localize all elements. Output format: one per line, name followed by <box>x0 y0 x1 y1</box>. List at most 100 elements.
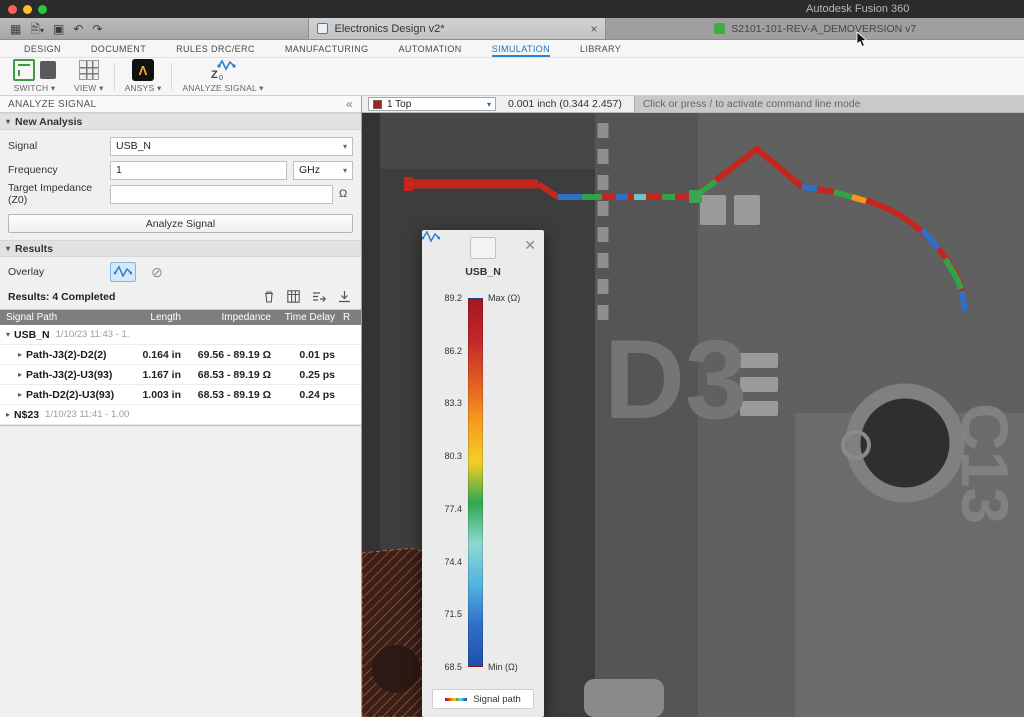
view-tool-group[interactable]: VIEW ▾ <box>65 58 113 95</box>
expand-icon[interactable]: ▸ <box>18 390 22 399</box>
ansys-label: ANSYS ▾ <box>125 83 162 94</box>
scale-value: 80.3 <box>430 451 462 461</box>
min-ohm-label: Min (Ω) <box>488 662 518 672</box>
col-signal-path[interactable]: Signal Path <box>0 312 129 323</box>
signal-select[interactable]: USB_N ▾ <box>110 137 353 156</box>
path-impedance: 69.56 - 89.19 Ω <box>181 349 273 361</box>
analyze-signal-tool-group[interactable]: Z 0 ANALYZE SIGNAL ▾ <box>173 58 272 95</box>
overlay-off-button[interactable]: ⊘ <box>144 262 170 282</box>
frequency-input[interactable]: 1 <box>110 161 287 180</box>
col-time-delay[interactable]: Time Delay <box>273 312 335 323</box>
undo-icon[interactable]: ↶ <box>73 23 83 35</box>
signal-overlay-icon <box>422 230 440 244</box>
signal-label: Signal <box>8 140 110 152</box>
ribbon-tab-automation[interactable]: AUTOMATION <box>399 40 462 57</box>
section-label: New Analysis <box>15 116 82 128</box>
app-grid-icon[interactable]: ▦ <box>10 23 21 35</box>
ribbon-tab-document[interactable]: DOCUMENT <box>91 40 146 57</box>
pcb-viewport[interactable]: D3 C13 <box>362 113 1024 717</box>
results-count-row: Results: 4 Completed <box>0 286 361 307</box>
zoom-window-button[interactable] <box>38 5 47 14</box>
section-expand-icon: ▾ <box>6 244 10 253</box>
command-line-placeholder: Click or press / to activate command lin… <box>643 98 861 110</box>
path-time-delay: 0.25 ps <box>273 369 335 381</box>
frequency-unit-select[interactable]: GHz ▾ <box>293 161 353 180</box>
expand-icon[interactable]: ▸ <box>6 410 10 419</box>
toolbar-separator <box>114 63 115 90</box>
impedance-legend-panel[interactable]: ✕ USB_N 89.2 86.2 83.3 80.3 77.4 74.4 71… <box>422 230 544 717</box>
table-row-group-usbn[interactable]: ▾ USB_N 1/10/23 11:43 - 1.00GHz <box>0 325 361 345</box>
close-legend-icon[interactable]: ✕ <box>524 238 536 252</box>
overlay-label: Overlay <box>8 266 110 278</box>
overlay-on-button[interactable] <box>110 262 136 282</box>
path-time-delay: 0.01 ps <box>273 349 335 361</box>
analyze-signal-button[interactable]: Analyze Signal <box>8 214 353 233</box>
legend-signal-name: USB_N <box>422 266 544 278</box>
new-analysis-section-header[interactable]: ▾ New Analysis <box>0 113 361 130</box>
table-row-path[interactable]: ▸ Path-J3(2)-U3(93) 1.167 in 68.53 - 89.… <box>0 365 361 385</box>
analyze-signal-z0-icon: Z 0 <box>209 59 237 81</box>
ribbon-tab-design[interactable]: DESIGN <box>24 40 61 57</box>
new-analysis-form: Signal USB_N ▾ Frequency 1 GHz ▾ Target … <box>0 130 361 210</box>
close-window-button[interactable] <box>8 5 17 14</box>
col-r[interactable]: R <box>335 312 361 323</box>
panel-title: ANALYZE SIGNAL <box>8 99 97 110</box>
ribbon-tab-simulation[interactable]: SIMULATION <box>492 40 550 57</box>
path-length: 1.003 in <box>129 389 181 401</box>
tab-electronics-design[interactable]: Electronics Design v2* × <box>308 18 606 39</box>
impedance-scale: 89.2 86.2 83.3 80.3 77.4 74.4 71.5 68.5 … <box>430 292 536 673</box>
cursor-coordinates: 0.001 inch (0.344 2.457) <box>496 96 634 112</box>
expand-icon[interactable]: ▸ <box>18 370 22 379</box>
simulation-toolbar: SWITCH ▾ VIEW ▾ Λ ANSYS ▾ Z 0 ANALYZE SI… <box>0 58 1024 96</box>
analyze-signal-label: ANALYZE SIGNAL ▾ <box>182 83 263 94</box>
view-grid-icon <box>79 60 99 80</box>
delete-results-icon[interactable] <box>263 290 275 303</box>
signal-path-legend: Signal path <box>432 689 534 709</box>
table-row-group-n23[interactable]: ▸ N$23 1/10/23 11:41 - 1.00GHz <box>0 405 361 425</box>
col-length[interactable]: Length <box>129 312 181 323</box>
overlay-row: Overlay ⊘ <box>0 257 361 286</box>
ribbon-tab-manufacturing[interactable]: MANUFACTURING <box>285 40 369 57</box>
collapse-panel-icon[interactable]: « <box>346 97 353 111</box>
file-menu-icon[interactable]: 🗎▾ <box>30 23 44 35</box>
download-results-icon[interactable] <box>338 290 351 303</box>
ansys-logo-icon: Λ <box>132 59 154 81</box>
signal-path-line <box>445 698 467 701</box>
col-impedance[interactable]: Impedance <box>181 312 273 323</box>
tab-demoversion[interactable]: S2101-101-REV-A_DEMOVERSION v7 <box>606 18 1024 39</box>
signal-overlay-toggle-button[interactable] <box>470 237 496 259</box>
scale-value: 89.2 <box>430 293 462 303</box>
scale-value: 77.4 <box>430 504 462 514</box>
expand-icon[interactable]: ▸ <box>18 350 22 359</box>
ohm-unit-label: Ω <box>339 188 353 200</box>
minimize-window-button[interactable] <box>23 5 32 14</box>
path-length: 0.164 in <box>129 349 181 361</box>
window-title: Autodesk Fusion 360 <box>806 0 909 18</box>
silkscreen-d3: D3 <box>604 317 747 442</box>
frequency-unit: GHz <box>299 164 320 176</box>
ansys-tool-group[interactable]: Λ ANSYS ▾ <box>116 58 171 95</box>
ribbon-tab-library[interactable]: LIBRARY <box>580 40 621 57</box>
path-length: 1.167 in <box>129 369 181 381</box>
table-row-path[interactable]: ▸ Path-D2(2)-U3(93) 1.003 in 68.53 - 89.… <box>0 385 361 405</box>
target-impedance-input[interactable] <box>110 185 333 204</box>
export-report-icon[interactable] <box>312 291 326 303</box>
mouse-cursor <box>856 32 868 48</box>
table-row-path[interactable]: ▸ Path-J3(2)-D2(2) 0.164 in 69.56 - 89.1… <box>0 345 361 365</box>
table-view-icon[interactable] <box>287 290 300 303</box>
tabbar-spacer <box>112 18 308 39</box>
switch-tool-group[interactable]: SWITCH ▾ <box>4 58 65 95</box>
results-table: Signal Path Length Impedance Time Delay … <box>0 309 361 426</box>
expand-icon[interactable]: ▾ <box>6 330 10 339</box>
no-overlay-icon: ⊘ <box>151 265 163 279</box>
close-tab-icon[interactable]: × <box>582 22 597 36</box>
chevron-down-icon: ▾ <box>487 100 491 109</box>
save-icon[interactable]: ▣ <box>53 23 64 35</box>
command-line-input[interactable]: Click or press / to activate command lin… <box>634 96 1024 112</box>
layer-select[interactable]: 1 Top ▾ <box>368 97 496 111</box>
svg-text:Z: Z <box>211 69 218 81</box>
redo-icon[interactable]: ↷ <box>92 23 102 35</box>
scale-value: 71.5 <box>430 609 462 619</box>
results-section-header[interactable]: ▾ Results <box>0 240 361 257</box>
ribbon-tab-rules-drc-erc[interactable]: RULES DRC/ERC <box>176 40 255 57</box>
